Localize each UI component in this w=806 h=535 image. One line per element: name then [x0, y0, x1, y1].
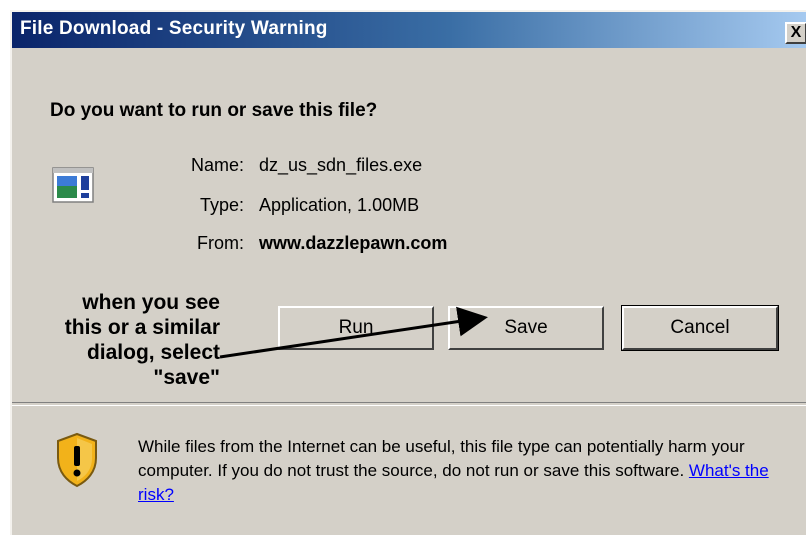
from-label: From: [197, 233, 244, 253]
window-title: File Download - Security Warning [20, 18, 328, 39]
cancel-button[interactable]: Cancel [621, 305, 779, 351]
shield-warning-icon [57, 432, 97, 488]
file-source-value: www.dazzlepawn.com [259, 233, 448, 253]
save-button[interactable]: Save [448, 306, 604, 350]
close-icon: X [790, 24, 802, 41]
warning-message: While files from the Internet can be use… [138, 435, 788, 507]
annotation-text: when you see this or a similar dialog, s… [64, 291, 220, 389]
type-label: Type: [199, 195, 244, 215]
title-bar[interactable]: File Download - Security Warning X [12, 12, 806, 48]
run-button[interactable]: Run [278, 306, 434, 350]
divider [12, 402, 806, 406]
run-button-label: Run [338, 317, 374, 338]
dialog-question: Do you want to run or save this file? [50, 100, 378, 121]
close-button[interactable]: X [785, 22, 806, 44]
cancel-button-label: Cancel [670, 317, 730, 338]
file-name-value: dz_us_sdn_files.exe [259, 155, 423, 175]
security-warning-dialog: File Download - Security Warning X Do yo… [10, 10, 806, 535]
name-label: Name: [190, 155, 244, 175]
save-button-label: Save [504, 317, 548, 338]
warning-text: While files from the Internet can be use… [138, 437, 745, 480]
file-type-value: Application, 1.00MB [259, 195, 420, 215]
application-window-icon [52, 167, 94, 203]
